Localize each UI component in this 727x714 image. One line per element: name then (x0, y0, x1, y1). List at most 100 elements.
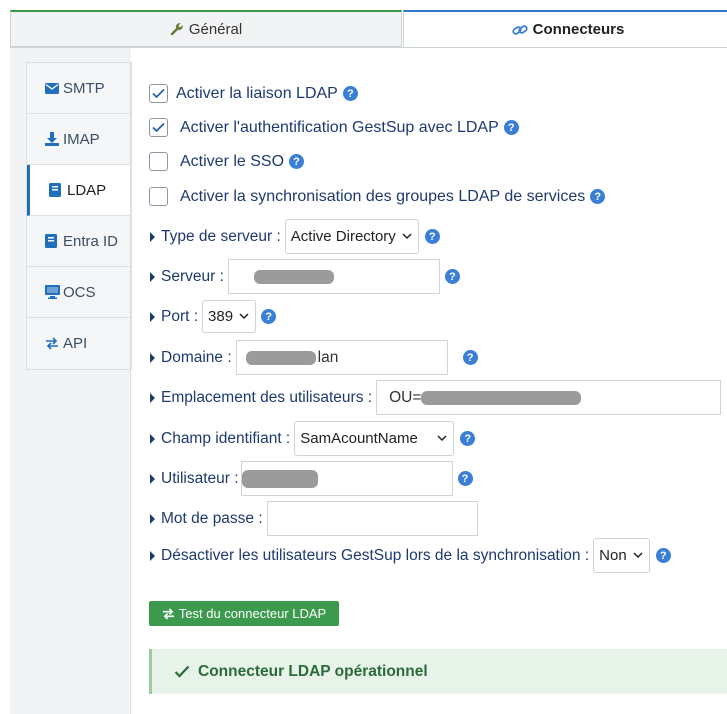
top-tabs: Général Connecteurs (0, 0, 727, 48)
server-type-label: Type de serveur : (161, 227, 281, 245)
server-row: Serveur : ? (150, 259, 460, 294)
chevron-down-icon (437, 435, 447, 442)
side-item-ocs[interactable]: OCS (27, 267, 131, 318)
id-field-row: Champ identifiant : SamAcountName ? (150, 421, 476, 456)
wrench-icon (170, 22, 184, 36)
disable-users-row: Désactiver les utilisateurs GestSup lors… (150, 538, 671, 573)
users-location-row: Emplacement des utilisateurs : OU= (150, 380, 722, 415)
server-type-select[interactable]: Active Directory (284, 219, 419, 254)
caret-icon (150, 433, 155, 444)
user-input[interactable] (240, 461, 453, 496)
monitor-icon (45, 285, 61, 299)
redacted-mark (421, 390, 582, 405)
gestsup-auth-checkbox[interactable] (149, 118, 168, 137)
test-connector-button[interactable]: Test du connecteur LDAP (149, 601, 339, 626)
help-icon[interactable]: ? (342, 86, 358, 101)
download-icon (45, 132, 61, 146)
group-sync-label: Activer la synchronisation des groupes L… (180, 187, 586, 205)
port-value: 389 (208, 308, 234, 325)
test-connector-label: Test du connecteur LDAP (178, 606, 327, 621)
password-input[interactable] (266, 501, 478, 536)
side-item-entra-id[interactable]: Entra ID (27, 216, 131, 267)
side-item-api[interactable]: API (27, 318, 131, 369)
domain-label: Domaine : (161, 348, 232, 366)
book-icon (49, 183, 65, 197)
ldap-link-checkbox[interactable] (149, 84, 168, 103)
help-icon[interactable]: ? (460, 431, 476, 446)
help-icon[interactable]: ? (590, 189, 606, 204)
caret-icon (150, 392, 155, 403)
caret-icon (150, 311, 155, 322)
redacted-mark (241, 469, 318, 488)
exchange-icon (45, 337, 61, 350)
disable-users-value: Non (599, 547, 627, 564)
status-alert: Connecteur LDAP opérationnel (149, 649, 727, 694)
password-label: Mot de passe : (161, 509, 263, 527)
users-location-input[interactable]: OU= (376, 380, 722, 415)
caret-icon (150, 550, 155, 561)
caret-icon (150, 231, 155, 242)
help-icon[interactable]: ? (261, 309, 277, 324)
group-sync-checkbox[interactable] (149, 187, 168, 206)
domain-row: Domaine : lan ? (150, 340, 478, 375)
caret-icon (150, 513, 155, 524)
help-icon[interactable]: ? (289, 154, 305, 169)
redacted-mark (245, 350, 316, 365)
book-icon (45, 234, 61, 248)
ldap-link-label: Activer la liaison LDAP (176, 84, 338, 102)
sso-label: Activer le SSO (180, 152, 285, 170)
help-icon[interactable]: ? (457, 471, 473, 486)
disable-users-label: Désactiver les utilisateurs GestSup lors… (161, 546, 590, 564)
panel-divider (130, 62, 131, 714)
side-item-label: API (63, 335, 88, 352)
side-item-label: OCS (63, 283, 96, 301)
sso-checkbox[interactable] (149, 152, 168, 171)
connector-menu: SMTP IMAP LDAP Entra ID OCS API (26, 62, 132, 370)
envelope-icon (45, 82, 61, 94)
domain-input[interactable]: lan (235, 340, 448, 375)
tab-connecteurs[interactable]: Connecteurs (403, 10, 727, 47)
checkbox-row-group-sync: Activer la synchronisation des groupes L… (149, 187, 606, 206)
help-icon[interactable]: ? (462, 350, 478, 365)
port-label: Port : (161, 307, 199, 325)
port-select[interactable]: 389 (202, 300, 257, 333)
server-label: Serveur : (161, 267, 224, 285)
side-item-ldap[interactable]: LDAP (27, 165, 131, 216)
checkbox-row-gestsup-auth: Activer l'authentification GestSup avec … (149, 118, 519, 137)
user-label: Utilisateur : (161, 469, 239, 487)
chevron-down-icon (633, 552, 643, 559)
redacted-mark (253, 269, 334, 284)
users-location-value: OU= (389, 388, 422, 406)
help-icon[interactable]: ? (444, 269, 460, 284)
side-item-label: Entra ID (63, 232, 119, 250)
id-field-value: SamAcountName (300, 430, 418, 447)
link-icon (512, 23, 528, 37)
port-row: Port : 389 ? (150, 300, 277, 333)
check-icon (174, 665, 190, 678)
caret-icon (150, 352, 155, 363)
help-icon[interactable]: ? (424, 229, 440, 244)
id-field-select[interactable]: SamAcountName (294, 421, 455, 456)
checkbox-row-sso: Activer le SSO ? (149, 152, 305, 171)
help-icon[interactable]: ? (655, 548, 671, 563)
exchange-icon (162, 607, 175, 620)
help-icon[interactable]: ? (503, 120, 519, 135)
caret-icon (150, 473, 155, 484)
user-row: Utilisateur : ? (150, 461, 473, 496)
chevron-down-icon (402, 233, 412, 240)
tab-general[interactable]: Général (10, 10, 402, 47)
password-row: Mot de passe : (150, 501, 478, 536)
users-location-label: Emplacement des utilisateurs : (161, 388, 373, 406)
tab-general-label: Général (188, 20, 243, 38)
server-input[interactable] (227, 259, 440, 294)
side-item-label: SMTP (63, 79, 105, 97)
side-item-label: LDAP (67, 181, 107, 199)
side-item-smtp[interactable]: SMTP (27, 63, 131, 114)
server-type-value: Active Directory (290, 228, 396, 245)
side-item-imap[interactable]: IMAP (27, 114, 131, 165)
disable-users-select[interactable]: Non (593, 538, 650, 573)
checkbox-row-ldap-link: Activer la liaison LDAP ? (149, 84, 358, 103)
server-type-row: Type de serveur : Active Directory ? (150, 219, 440, 254)
caret-icon (150, 271, 155, 282)
gestsup-auth-label: Activer l'authentification GestSup avec … (180, 118, 499, 136)
